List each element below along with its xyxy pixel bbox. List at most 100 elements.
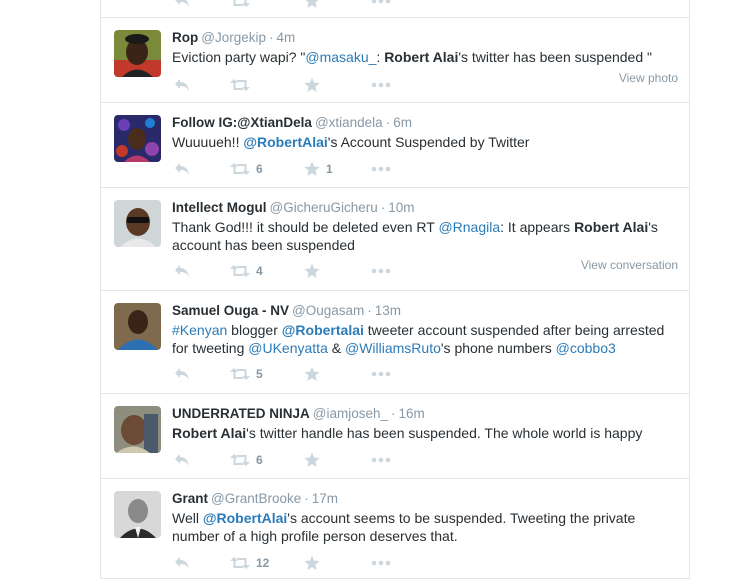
tweet-5[interactable]: UNDERRATED NINJA @iamjoseh_ · 16m Robert Al…	[101, 394, 689, 479]
separator-dot: ·	[385, 115, 391, 130]
tweet-2[interactable]: Follow IG:@XtianDela @xtiandela · 6m Wuuuue…	[101, 103, 689, 188]
retweet-button[interactable]	[230, 0, 256, 9]
tweet-3[interactable]: Intellect Mogul @GicheruGicheru · 10m Thank…	[101, 188, 689, 291]
more-button[interactable]	[371, 263, 391, 279]
reply-icon	[174, 556, 190, 570]
search-highlight: Robert Alai	[384, 49, 459, 65]
more-dots-icon	[371, 268, 391, 274]
retweet-button[interactable]: 6	[230, 452, 263, 468]
avatar[interactable]	[114, 491, 161, 538]
author-fullname[interactable]: Follow IG:@XtianDela	[172, 115, 312, 130]
text-segment: Well	[172, 510, 203, 526]
retweet-icon	[230, 78, 250, 92]
tweet-link[interactable]: @WilliamsRuto	[345, 340, 441, 356]
retweet-count: 6	[256, 162, 263, 176]
reply-button[interactable]	[174, 366, 190, 382]
favorite-button[interactable]: 1	[304, 161, 333, 177]
favorite-button[interactable]	[304, 555, 326, 571]
tweet-link[interactable]: @RobertAlai	[203, 510, 287, 526]
tweet-text: Thank God!!! it should be deleted even R…	[172, 218, 682, 254]
retweet-button[interactable]: 5	[230, 366, 263, 382]
author-fullname[interactable]: Grant	[172, 491, 208, 506]
tweet-text: Eviction party wapi? "@masaku_: Robert A…	[172, 48, 682, 66]
more-button[interactable]	[371, 366, 391, 382]
author-username[interactable]: @GicheruGicheru	[270, 200, 378, 215]
avatar[interactable]	[114, 30, 161, 77]
retweet-button[interactable]: 4	[230, 263, 263, 279]
author-username[interactable]: @iamjoseh_	[313, 406, 388, 421]
favorite-button[interactable]	[304, 366, 326, 382]
author-fullname[interactable]: Intellect Mogul	[172, 200, 267, 215]
tweet-link[interactable]: @cobbo3	[556, 340, 616, 356]
author-username[interactable]: @GrantBrooke	[211, 491, 301, 506]
tweet-timestamp[interactable]: 13m	[375, 303, 401, 318]
author-username[interactable]: @xtiandela	[315, 115, 383, 130]
reply-button[interactable]	[174, 263, 190, 279]
tweet-stream: Rop @Jorgekip · 4m Eviction party wapi? "@m…	[100, 0, 690, 579]
tweet-timestamp[interactable]: 17m	[312, 491, 338, 506]
text-segment: Eviction party wapi? "	[172, 49, 306, 65]
tweet-text: Well @RobertAlai's account seems to be s…	[172, 509, 682, 545]
retweet-button[interactable]: 12	[230, 555, 269, 571]
tweet-link[interactable]: @Robertalai	[282, 322, 364, 338]
author-username[interactable]: @Jorgekip	[201, 30, 266, 45]
tweet-text: Robert Alai's twitter handle has been su…	[172, 424, 682, 442]
favorite-button[interactable]	[304, 0, 326, 9]
more-dots-icon	[371, 0, 391, 4]
more-button[interactable]	[371, 161, 391, 177]
favorite-button[interactable]	[304, 263, 326, 279]
reply-icon	[174, 162, 190, 176]
favorite-button[interactable]	[304, 77, 326, 93]
tweet-timestamp[interactable]: 10m	[388, 200, 414, 215]
more-button[interactable]	[371, 452, 391, 468]
avatar[interactable]	[114, 406, 161, 453]
tweet-link[interactable]: @RobertAlai	[243, 134, 327, 150]
reply-icon	[174, 0, 190, 8]
author-fullname[interactable]: UNDERRATED NINJA	[172, 406, 310, 421]
more-button[interactable]	[371, 0, 391, 9]
tweet-link[interactable]: @UKenyatta	[248, 340, 328, 356]
avatar[interactable]	[114, 200, 161, 247]
more-button[interactable]	[371, 555, 391, 571]
reply-button[interactable]	[174, 77, 190, 93]
tweet-link[interactable]: @masaku_	[305, 49, 376, 65]
separator-dot: ·	[391, 406, 396, 421]
search-highlight: Robert Alai	[574, 219, 649, 235]
author-fullname[interactable]: Rop	[172, 30, 198, 45]
star-icon	[304, 263, 320, 279]
tweet-6[interactable]: Grant @GrantBrooke · 17m Well @RobertAlai's…	[101, 479, 689, 579]
tweet-timestamp[interactable]: 4m	[276, 30, 295, 45]
star-icon	[304, 452, 320, 468]
tweet-timestamp[interactable]: 6m	[393, 115, 412, 130]
view-photo-link[interactable]: View photo	[619, 71, 678, 85]
tweet-actions: 4	[174, 263, 414, 279]
avatar[interactable]	[114, 303, 161, 350]
retweet-icon	[230, 0, 250, 8]
more-dots-icon	[371, 560, 391, 566]
tweet-link[interactable]: @Rnagila	[438, 219, 500, 235]
favorite-button[interactable]	[304, 452, 326, 468]
star-icon	[304, 366, 320, 382]
author-fullname[interactable]: Samuel Ouga - NV	[172, 303, 289, 318]
tweet-actions: 6	[174, 452, 414, 468]
tweet-1[interactable]: Rop @Jorgekip · 4m Eviction party wapi? "@m…	[101, 18, 689, 103]
retweet-button[interactable]: 6	[230, 161, 263, 177]
text-segment: Wuuuueh!!	[172, 134, 244, 150]
separator-dot: ·	[367, 303, 372, 318]
tweet-timestamp[interactable]: 16m	[399, 406, 425, 421]
reply-button[interactable]	[174, 555, 190, 571]
retweet-button[interactable]	[230, 77, 256, 93]
tweet-actions: 61	[174, 161, 414, 177]
reply-button[interactable]	[174, 161, 190, 177]
more-button[interactable]	[371, 77, 391, 93]
tweet-link[interactable]: #Kenyan	[172, 322, 227, 338]
tweet-4[interactable]: Samuel Ouga - NV @Ougasam · 13m #Kenyan blo…	[101, 291, 689, 394]
view-conversation-link[interactable]: View conversation	[581, 258, 678, 272]
author-username[interactable]: @Ougasam	[292, 303, 364, 318]
tweet-partial[interactable]	[101, 0, 689, 18]
avatar[interactable]	[114, 115, 161, 162]
reply-button[interactable]	[174, 452, 190, 468]
reply-button[interactable]	[174, 0, 190, 9]
text-segment: 's twitter has been suspended "	[458, 49, 652, 65]
retweet-count: 4	[256, 264, 263, 278]
